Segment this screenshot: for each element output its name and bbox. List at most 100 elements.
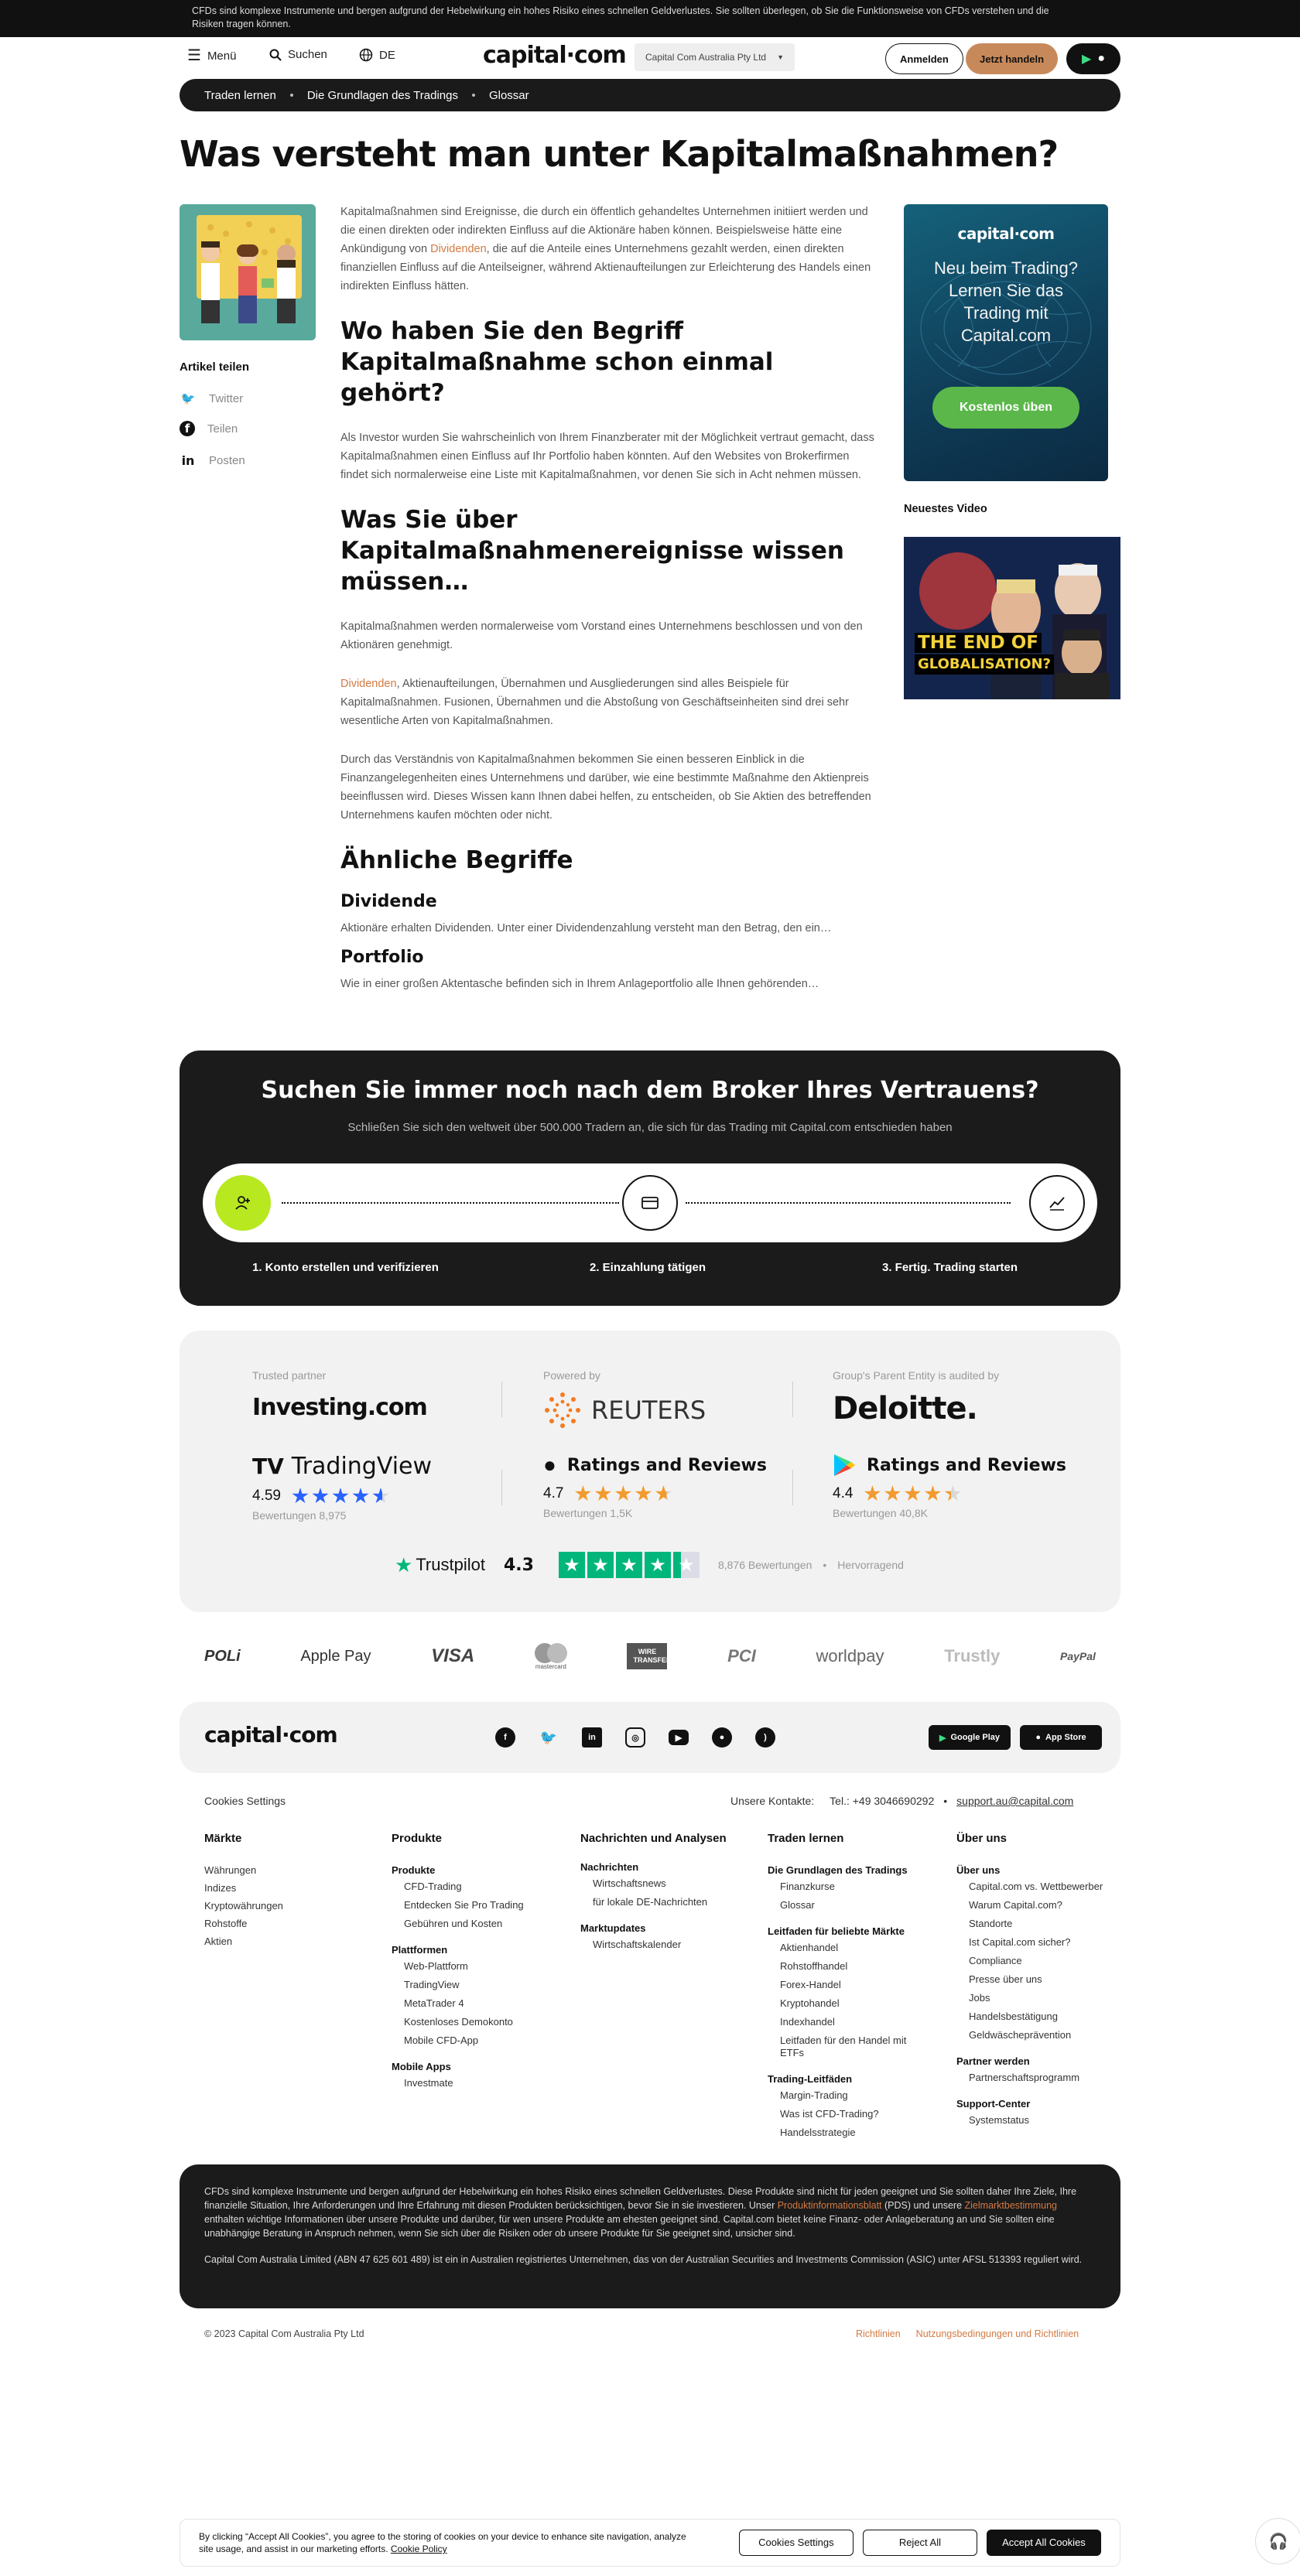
footer-group-title[interactable]: Die Grundlagen des Tradings: [768, 1864, 922, 1876]
try-free-button[interactable]: Kostenlos üben: [932, 387, 1079, 429]
share-facebook[interactable]: f Teilen: [180, 421, 238, 436]
latest-video-thumbnail[interactable]: THE END OF GLOBALISATION?: [904, 537, 1120, 699]
footer-link[interactable]: Geldwäscheprävention: [969, 2029, 1111, 2041]
footer-link[interactable]: Investmate: [404, 2077, 562, 2089]
footer-link[interactable]: Kryptowährungen: [204, 1900, 359, 1912]
footer-link[interactable]: für lokale DE-Nachrichten: [593, 1896, 735, 1908]
share-linkedin[interactable]: in Posten: [180, 452, 245, 469]
footer-link[interactable]: CFD-Trading: [404, 1881, 562, 1893]
footer-link[interactable]: Rohstoffhandel: [780, 1960, 922, 1973]
footer-link[interactable]: Partnerschaftsprogramm: [969, 2072, 1111, 2084]
footer-link[interactable]: Wirtschaftskalender: [593, 1939, 735, 1951]
footer-group-title[interactable]: Partner werden: [956, 2055, 1111, 2067]
rss-icon[interactable]: ): [755, 1727, 775, 1748]
share-twitter-label: Twitter: [209, 391, 244, 405]
language-selector[interactable]: DE: [359, 48, 395, 62]
footer-link[interactable]: Leitfaden für den Handel mit ETFs: [780, 2034, 922, 2059]
footer-group-title[interactable]: Marktupdates: [580, 1922, 735, 1934]
cookies-settings-link[interactable]: Cookies Settings: [204, 1795, 286, 1807]
footer-group-title[interactable]: Mobile Apps: [392, 2061, 562, 2072]
footer-group-title[interactable]: Trading-Leitfäden: [768, 2073, 922, 2085]
breadcrumb-item-grundlagen[interactable]: Die Grundlagen des Tradings: [307, 89, 458, 102]
footer-link[interactable]: Finanzkurse: [780, 1881, 922, 1893]
footer-link[interactable]: Aktienhandel: [780, 1942, 922, 1954]
footer-link[interactable]: Presse über uns: [969, 1973, 1111, 1986]
terms-link[interactable]: Nutzungsbedingungen und Richtlinien: [916, 2328, 1079, 2339]
footer-link[interactable]: Aktien: [204, 1935, 359, 1947]
linkedin-icon[interactable]: in: [582, 1727, 602, 1748]
google-play-rating: Ratings and Reviews 4.4 Bewertungen 40,8…: [833, 1453, 1080, 1519]
footer-link[interactable]: Währungen: [204, 1864, 359, 1876]
video-caption: THE END OF GLOBALISATION?: [915, 633, 1055, 675]
footer-link[interactable]: MetaTrader 4: [404, 1997, 562, 2010]
footer-link[interactable]: Entdecken Sie Pro Trading: [404, 1899, 562, 1912]
related-term-title[interactable]: Dividende: [340, 893, 879, 911]
youtube-icon[interactable]: ▶: [669, 1730, 689, 1745]
footer-group-title[interactable]: Nachrichten: [580, 1861, 735, 1873]
reddit-icon[interactable]: ●: [712, 1727, 732, 1748]
footer-group-title[interactable]: Plattformen: [392, 1944, 562, 1956]
policies-link[interactable]: Richtlinien: [856, 2328, 901, 2339]
footer-link[interactable]: Compliance: [969, 1955, 1111, 1967]
entity-selector[interactable]: Capital Com Australia Pty Ltd ▼: [635, 43, 795, 71]
tmd-link[interactable]: Zielmarktbestimmung: [965, 2200, 1057, 2211]
footer-group-title[interactable]: Leitfaden für beliebte Märkte: [768, 1925, 922, 1937]
footer-link[interactable]: Kryptohandel: [780, 1997, 922, 2010]
dividends-link[interactable]: Dividenden: [430, 243, 487, 255]
footer-link[interactable]: Systemstatus: [969, 2114, 1111, 2127]
footer-group-title[interactable]: Produkte: [392, 1864, 562, 1876]
breadcrumb-item-glossar[interactable]: Glossar: [489, 89, 529, 102]
footer-link[interactable]: Rohstoffe: [204, 1918, 359, 1929]
app-download-button[interactable]: ▶ ●: [1066, 43, 1120, 74]
accept-all-button[interactable]: Accept All Cookies: [986, 2530, 1102, 2556]
footer-link[interactable]: Handelsbestätigung: [969, 2011, 1111, 2023]
footer-link[interactable]: Gebühren und Kosten: [404, 1918, 562, 1930]
email-link[interactable]: support.au@capital.com: [956, 1795, 1073, 1807]
tradingview-rating: TV TradingView 4.59 Bewertungen 8,975: [252, 1453, 500, 1522]
footer-link[interactable]: Kostenloses Demokonto: [404, 2016, 562, 2028]
footer-link[interactable]: Jobs: [969, 1992, 1111, 2004]
share-twitter[interactable]: 🐦 Twitter: [180, 390, 244, 407]
google-play-badge[interactable]: ▶ Google Play: [929, 1725, 1011, 1750]
footer-link[interactable]: Forex-Handel: [780, 1979, 922, 1991]
footer-link[interactable]: TradingView: [404, 1979, 562, 1991]
instagram-icon[interactable]: ◎: [625, 1727, 645, 1748]
footer-link[interactable]: Margin-Trading: [780, 2089, 922, 2102]
dividends-link[interactable]: Dividenden: [340, 678, 397, 690]
footer-link[interactable]: Indizes: [204, 1882, 359, 1894]
search-button[interactable]: Suchen: [269, 48, 327, 61]
footer-link[interactable]: Standorte: [969, 1918, 1111, 1930]
phone-link[interactable]: Tel.: +49 3046690292: [830, 1795, 934, 1807]
investing-partner: Trusted partner Investing.com: [252, 1369, 500, 1421]
footer-link[interactable]: Ist Capital.com sicher?: [969, 1936, 1111, 1949]
footer-link[interactable]: Mobile CFD-App: [404, 2034, 562, 2047]
footer-link[interactable]: Capital.com vs. Wettbewerber: [969, 1881, 1111, 1893]
user-plus-icon: [215, 1175, 271, 1231]
breadcrumb-item-traden-lernen[interactable]: Traden lernen: [204, 89, 276, 102]
footer-logo[interactable]: capital·com: [204, 1722, 338, 1748]
step-label: 3. Fertig. Trading starten: [882, 1261, 1018, 1274]
menu-button[interactable]: ☰ Menü: [187, 48, 236, 63]
facebook-icon[interactable]: f: [495, 1727, 515, 1748]
footer-link[interactable]: Glossar: [780, 1899, 922, 1912]
pds-link[interactable]: Produktinformationsblatt: [778, 2200, 882, 2211]
support-chat-button[interactable]: 🎧: [1255, 2518, 1300, 2564]
footer-link[interactable]: Warum Capital.com?: [969, 1899, 1111, 1912]
globe-icon: [359, 48, 373, 62]
twitter-icon[interactable]: 🐦: [539, 1727, 559, 1748]
footer-link[interactable]: Handelsstrategie: [780, 2127, 922, 2139]
trade-now-button[interactable]: Jetzt handeln: [966, 43, 1059, 74]
footer-link[interactable]: Indexhandel: [780, 2016, 922, 2028]
cookie-policy-link[interactable]: Cookie Policy: [391, 2544, 447, 2554]
app-store-badge[interactable]: ● App Store: [1020, 1725, 1102, 1750]
footer-group-title[interactable]: Support-Center: [956, 2098, 1111, 2110]
capital-com-logo[interactable]: capital·com: [483, 42, 627, 69]
footer-link[interactable]: Was ist CFD-Trading?: [780, 2108, 922, 2120]
login-button[interactable]: Anmelden: [885, 43, 963, 74]
footer-group-title[interactable]: Über uns: [956, 1864, 1111, 1876]
reject-all-button[interactable]: Reject All: [862, 2530, 977, 2556]
footer-link[interactable]: Web-Plattform: [404, 1960, 562, 1973]
footer-link[interactable]: Wirtschaftsnews: [593, 1877, 735, 1890]
cookie-settings-button[interactable]: Cookies Settings: [738, 2530, 854, 2556]
related-term-title[interactable]: Portfolio: [340, 948, 879, 967]
